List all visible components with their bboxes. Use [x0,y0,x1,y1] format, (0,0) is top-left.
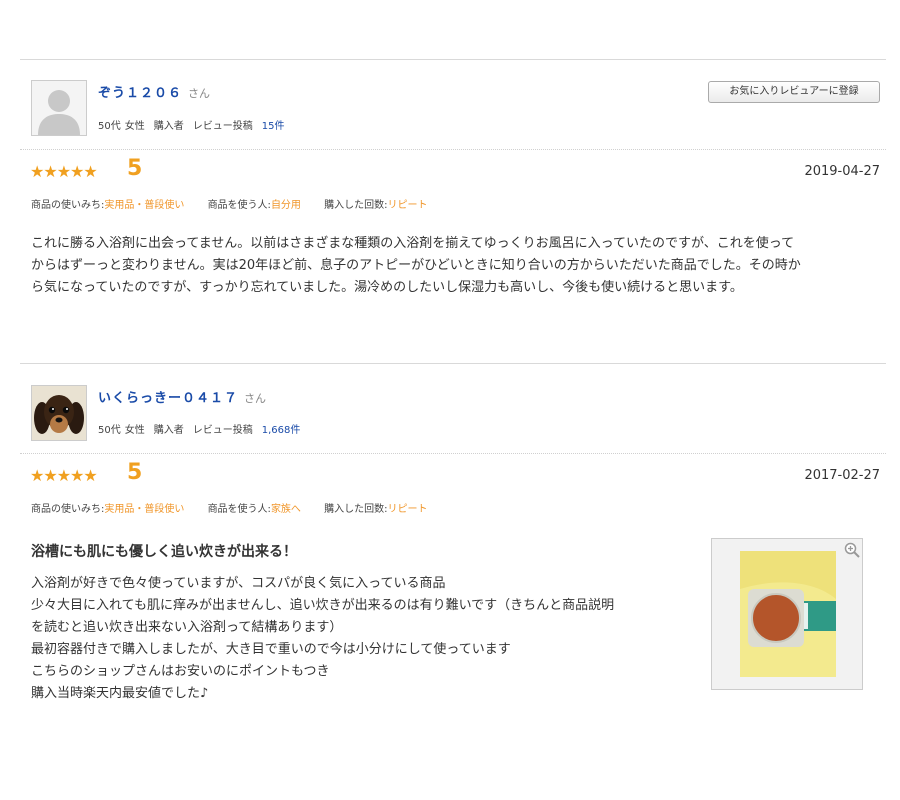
section-divider [20,453,886,454]
review-body: これに勝る入浴剤に出会ってません。以前はさまざまな種類の入浴剤を揃えてゆっくりお… [31,236,801,295]
reviewer-status: 購入者 [153,425,184,436]
post-count[interactable]: 1,668件 [262,425,301,436]
review-photo[interactable] [711,538,863,690]
post-label: レビュー投稿 [192,425,253,436]
reviewer-name[interactable]: いくらっきー０４１７ さん [98,387,266,406]
reviewer-age: 50代 [98,425,121,436]
product-photo [712,539,862,689]
review-attributes: 商品の使いみち:実用品・普段使い 商品を使う人:家族へ 購入した回数:リピート [31,500,448,515]
zoom-icon[interactable] [844,542,860,558]
attribute-user: 商品を使う人:家族へ [207,504,301,515]
review-divider [20,59,886,60]
reviewer-meta: 50代 女性 購入者 レビュー投稿 1,668件 [98,421,309,436]
review-date: 2019-04-27 [804,164,880,179]
attribute-purchase-count: 購入した回数:リピート [324,200,428,211]
reviewer-age: 50代 [98,121,121,132]
dog-avatar-icon [32,386,86,440]
section-divider [20,149,886,150]
reviewer-gender: 女性 [124,121,145,132]
star-rating: ★★★★★ [30,162,98,181]
post-label: レビュー投稿 [192,121,253,132]
reviewer-suffix: さん [188,87,211,100]
review-date: 2017-02-27 [804,468,880,483]
attribute-usage: 商品の使いみち:実用品・普段使い [31,200,185,211]
reviewer-meta: 50代 女性 購入者 レビュー投稿 15件 [98,117,293,132]
reviewer-avatar[interactable] [31,80,87,136]
review-title: 浴槽にも肌にも優しく追い炊きが出来る！ [31,544,297,560]
review-body: 入浴剤が好きで色々使っていますが、コスパが良く気に入っている商品 少々大目に入れ… [31,576,615,701]
star-rating: ★★★★★ [30,466,98,485]
reviewer-gender: 女性 [124,425,145,436]
reviewer-suffix: さん [244,392,267,405]
attribute-usage: 商品の使いみち:実用品・普段使い [31,504,185,515]
review-divider [20,363,886,364]
default-avatar-icon [32,81,86,135]
reviewer-status: 購入者 [153,121,184,132]
favorite-reviewer-button[interactable]: お気に入りレビュアーに登録 [708,81,880,103]
reviewer-avatar[interactable] [31,385,87,441]
rating-score: 5 [127,156,143,181]
attribute-purchase-count: 購入した回数:リピート [324,504,428,515]
rating-score: 5 [127,460,143,485]
post-count[interactable]: 15件 [262,121,285,132]
reviewer-name[interactable]: ぞう１２０６ さん [98,82,210,101]
review-attributes: 商品の使いみち:実用品・普段使い 商品を使う人:自分用 購入した回数:リピート [31,196,448,211]
attribute-user: 商品を使う人:自分用 [207,200,301,211]
